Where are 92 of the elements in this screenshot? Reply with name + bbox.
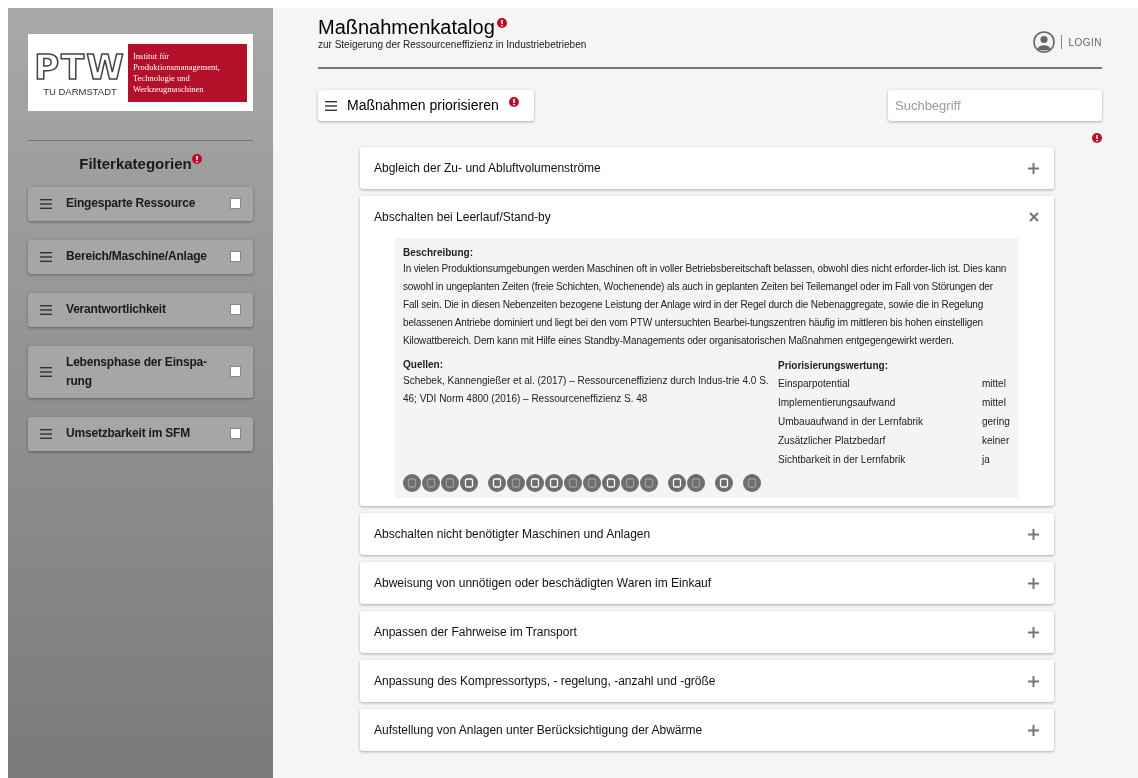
menu-icon — [325, 100, 337, 111]
institute-name-line: Technologie und — [133, 72, 191, 84]
filter-label: Umsetzbarkeit im SFM — [66, 425, 192, 442]
description-label: Beschreibung: — [403, 246, 474, 260]
category-icon[interactable] — [583, 474, 601, 492]
rating-label: Priorisierungswertung: — [778, 359, 889, 373]
category-icon[interactable] — [602, 474, 620, 492]
institute-name-line: Produktionsmanagement, — [133, 61, 221, 73]
rating-name: Zusätzlicher Platzbedarf — [778, 434, 887, 448]
menu-icon — [40, 198, 52, 209]
prioritize-label: Maßnahmen priorisieren — [347, 96, 499, 115]
category-icon[interactable] — [545, 474, 563, 492]
measure-title: Anpassen der Fahrweise im Transport — [374, 624, 577, 641]
category-icon[interactable] — [564, 474, 582, 492]
category-icon[interactable] — [526, 474, 544, 492]
menu-icon — [40, 251, 52, 262]
logo-mark: PTW — [34, 48, 126, 86]
filter-category[interactable]: Bereich/Maschine/Anlage — [28, 239, 253, 274]
plus-icon[interactable] — [1028, 577, 1039, 589]
measure-header[interactable]: Abschalten nicht benötigter Maschinen und Anlagen — [360, 513, 1054, 555]
rating-name: Einsparpotential — [778, 377, 851, 391]
user-avatar-icon[interactable] — [1033, 31, 1056, 53]
prioritize-button[interactable]: Maßnahmen priorisieren — [318, 90, 534, 121]
alert-icon — [191, 154, 202, 164]
login-link[interactable]: LOGIN — [1068, 34, 1102, 50]
category-icon[interactable] — [668, 474, 686, 492]
measure-title: Abgleich der Zu- und Abluftvolumenströme — [374, 160, 601, 177]
plus-icon[interactable] — [1028, 162, 1039, 174]
measure-title: Aufstellung von Anlagen unter Berücksichtigung der Abwärme — [374, 722, 703, 739]
rating-name: Umbauaufwand in der Lernfabrik — [778, 415, 925, 429]
rating-value: mittel — [982, 377, 1006, 391]
sources-text: Schebek, Kannengießer et al. (2017) – Ressourceneffizienz durch Indus-trie 4.0 S. 46; VDI Norm 4800 (2016) – Ressourceneffizienz S. 48 — [403, 374, 770, 406]
plus-icon[interactable] — [1028, 626, 1039, 638]
category-icon[interactable] — [422, 474, 440, 492]
rating-value: ja — [982, 453, 990, 467]
category-icon[interactable] — [488, 474, 506, 492]
sources-label: Quellen: — [403, 358, 444, 372]
filter-checkbox[interactable] — [230, 366, 241, 377]
alert-icon — [508, 96, 519, 107]
category-icon[interactable] — [640, 474, 658, 492]
category-icon[interactable] — [715, 474, 733, 492]
measure-header[interactable]: Abweisung von unnötigen oder beschädigten Waren im Einkauf — [360, 562, 1054, 604]
filter-label: Lebensphase der Einspa-rung — [66, 353, 208, 390]
category-icon[interactable] — [743, 474, 761, 492]
university-name: TU DARMSTADT — [43, 86, 117, 97]
menu-icon — [40, 304, 52, 315]
filter-checkbox[interactable] — [230, 198, 241, 209]
rating-value: mittel — [982, 396, 1006, 410]
alert-icon — [1092, 133, 1102, 143]
menu-icon — [40, 428, 52, 439]
rating-value: keiner — [982, 434, 1010, 448]
plus-icon[interactable] — [1028, 528, 1039, 540]
measure-title: Abweisung von unnötigen oder beschädigten Waren im Einkauf — [374, 575, 712, 592]
category-icon[interactable] — [621, 474, 639, 492]
rating-value: gering — [982, 415, 1010, 429]
measure-header[interactable]: Anpassung des Kompressortyps, - regelung, -anzahl und -größe — [360, 660, 1054, 702]
filter-category[interactable]: Verantwortlichkeit — [28, 292, 253, 327]
measure-header[interactable]: Aufstellung von Anlagen unter Berücksichtigung der Abwärme — [360, 709, 1054, 751]
category-icon[interactable] — [441, 474, 459, 492]
filter-checkbox[interactable] — [230, 428, 241, 439]
page-subtitle: zur Steigerung der Ressourceneffizienz in Industriebetrieben — [318, 39, 587, 51]
measure-title: Abschalten bei Leerlauf/Stand-by — [374, 209, 551, 226]
filter-category[interactable]: Lebensphase der Einspa-rung — [28, 345, 253, 398]
rating-name: Implementierungsaufwand — [778, 396, 897, 410]
measure-title: Abschalten nicht benötigter Maschinen und Anlagen — [374, 526, 651, 543]
category-icon[interactable] — [403, 474, 421, 492]
alert-icon — [496, 18, 507, 28]
plus-icon[interactable] — [1028, 724, 1039, 736]
filter-label: Eingesparte Ressource — [66, 195, 197, 212]
menu-icon — [40, 366, 52, 377]
rating-name: Sichtbarkeit in der Lernfabrik — [778, 453, 907, 467]
filter-checkbox[interactable] — [230, 251, 241, 262]
measure-title: Anpassung des Kompressortyps, - regelung, -anzahl und -größe — [374, 673, 716, 690]
category-icon[interactable] — [460, 474, 478, 492]
filter-checkbox[interactable] — [230, 304, 241, 315]
filter-label: Verantwortlichkeit — [66, 301, 167, 318]
measure-header[interactable]: Anpassen der Fahrweise im Transport — [360, 611, 1054, 653]
category-icon[interactable] — [507, 474, 525, 492]
description-text: In vielen Produktionsumgebungen werden Maschinen oft in voller Betriebsbereitschaft belassen, obwohl dies nicht erforder-lich ist. Dies kann sowohl in ungeplanten Zeiten (freie Schichten, Wochenende) als auch in geplanten Zeiten bei Teilemangel oder im Fall von Störungen der Fall sein. Die in diesen Nebenzeiten bezogene Leistung der Anlage wird in der Regel durch die Nebenaggregate, sowie die in Regelung belassenen Antriebe dominiert und liegt bei den vom PTW untersuchten Bearbei-tungszentren häufig im mittleren bis hohen einstelligen Kilowattbereich. Dem kann mit Hilfe eines Standby-Managements oder organisatorischen Maßnahmen entgegengewirkt werden. — [403, 262, 1008, 348]
filter-category[interactable]: Umsetzbarkeit im SFM — [28, 416, 253, 451]
page-title: Maßnahmenkatalog — [318, 15, 495, 39]
filter-heading: Filterkategorien — [79, 154, 192, 174]
filter-category[interactable]: Eingesparte Ressource — [28, 186, 253, 221]
measure-header[interactable]: Abgleich der Zu- und Abluftvolumenströme — [360, 147, 1054, 189]
category-icon[interactable] — [687, 474, 705, 492]
close-icon[interactable] — [1029, 212, 1039, 222]
institute-name-line: Institut für — [133, 50, 171, 62]
institute-name-line: Werkzeugmaschinen — [133, 83, 205, 95]
search-field[interactable]: Suchbegriff — [888, 90, 1102, 121]
plus-icon[interactable] — [1028, 675, 1039, 687]
filter-label: Bereich/Maschine/Anlage — [66, 248, 208, 265]
measure-header[interactable]: Abschalten bei Leerlauf/Stand-by — [360, 196, 1054, 238]
